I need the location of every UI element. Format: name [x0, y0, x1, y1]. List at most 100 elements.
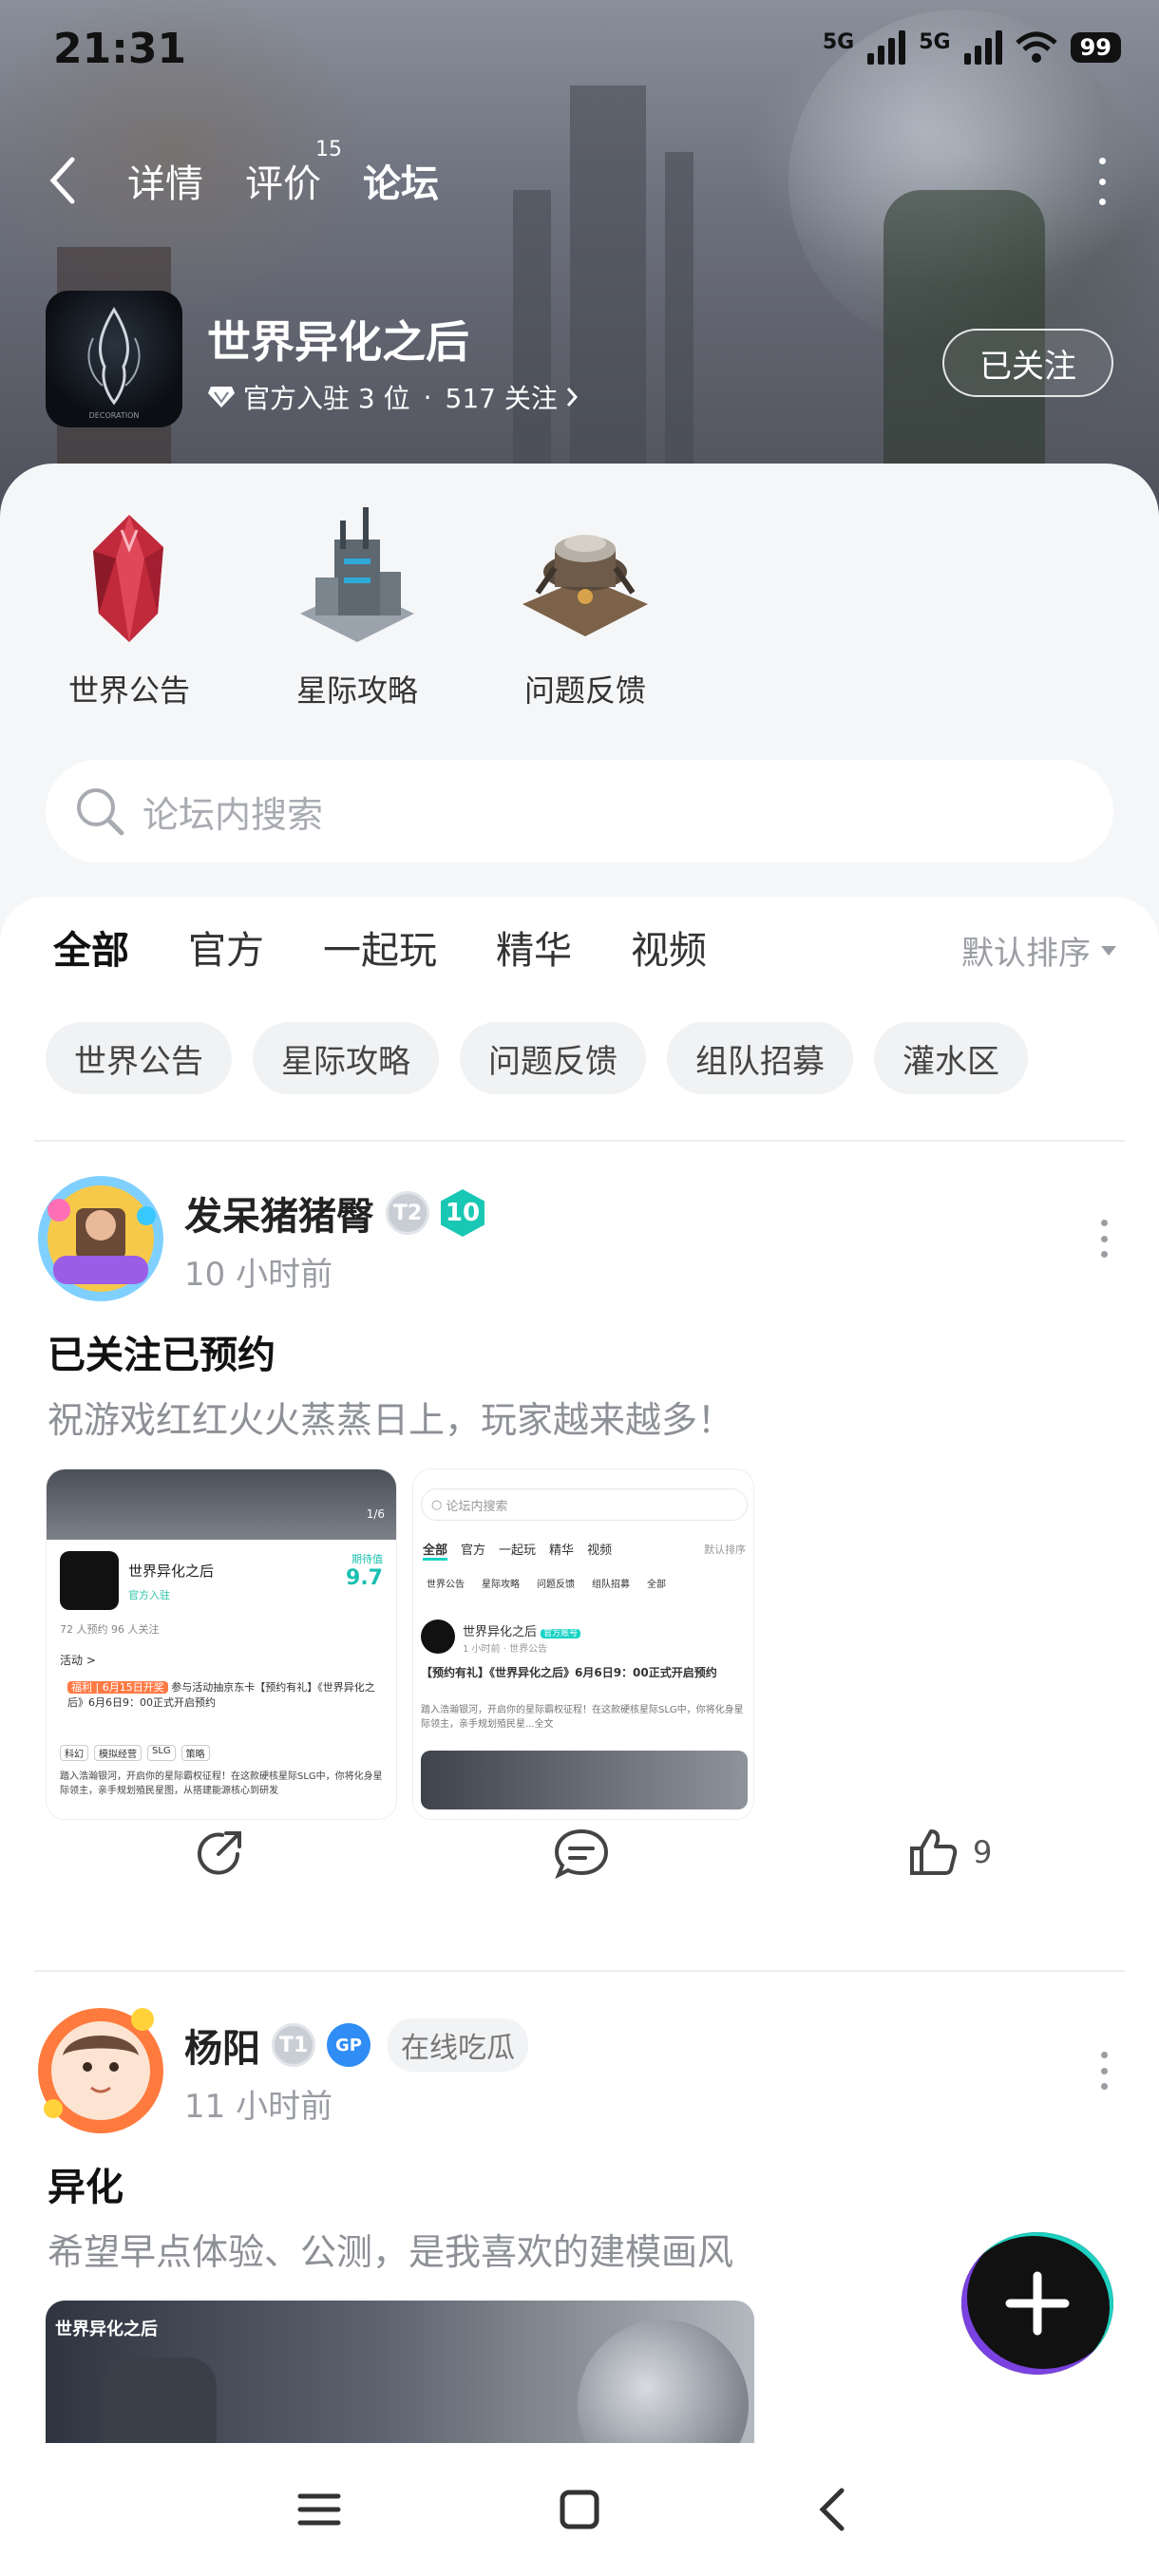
category-row: 世界公告 星际攻略 问题反馈: [34, 502, 680, 710]
divider: [34, 1970, 1125, 1972]
menu-button[interactable]: [291, 2481, 348, 2538]
post-time: 11 小时前: [184, 2088, 333, 2126]
image-banner: 1/6: [47, 1469, 396, 1540]
like-button[interactable]: 9: [906, 1814, 992, 1890]
plus-icon: [1005, 2271, 1070, 2336]
mini-activity: 活动 >: [60, 1654, 96, 1667]
review-count: 15: [315, 138, 342, 161]
filter-tab-all[interactable]: 全部: [53, 919, 129, 980]
mini-desc: 踏入浩瀚银河，开启你的星际霸权征程！在这款硬核星际SLG中，你将化身星际领主，亲…: [421, 1705, 744, 1730]
net-label: 5G: [919, 30, 951, 54]
mini-title: 【预约有礼】《世界异化之后》6月6日9：00正式开启预约: [421, 1666, 717, 1679]
level-badge: 10: [441, 1189, 484, 1237]
post-card[interactable]: 发呆猪猪臀 T2 10 10 小时前 已关注已预约 祝游戏红红火火蒸蒸日上，玩家…: [0, 1172, 1159, 1879]
mini-avatar: [421, 1619, 455, 1654]
comment-icon: [554, 1828, 609, 1879]
tab-reviews[interactable]: 评价 15: [245, 138, 342, 208]
game-header: DECORATION 世界异化之后 官方入驻 3 位 · 517 关注 已关注: [46, 291, 1113, 433]
post-title: 已关注已预约: [48, 1334, 276, 1377]
tab-details[interactable]: 详情: [127, 153, 203, 208]
game-logo-icon: DECORATION: [87, 307, 141, 420]
chevron-left-icon: [819, 2488, 845, 2531]
mini-tabs: 全部 官方 一起玩 精华 视频: [423, 1540, 612, 1561]
diamond-icon: [208, 387, 235, 407]
chevron-right-icon: [566, 388, 578, 407]
follow-button[interactable]: 已关注: [942, 329, 1113, 397]
mini-score: 9.7: [346, 1566, 383, 1590]
mini-image: [421, 1751, 748, 1809]
author-name[interactable]: 发呆猪猪臀 T2 10: [184, 1185, 484, 1241]
post-actions: 9: [0, 1814, 1159, 1890]
game-icon[interactable]: DECORATION: [46, 291, 182, 427]
like-count: 9: [973, 1834, 993, 1870]
clock: 21:31: [53, 25, 187, 73]
home-button[interactable]: [551, 2481, 608, 2538]
mini-game-tag: 官方入驻: [128, 1589, 170, 1601]
category-strategy[interactable]: 星际攻略: [262, 502, 452, 710]
post-image[interactable]: ○ 论坛内搜索 全部 官方 一起玩 精华 视频 默认排序 世界公告 星际攻略 问…: [412, 1468, 754, 1820]
back-button[interactable]: [48, 152, 86, 209]
divider: [34, 1140, 1125, 1142]
post-body: 祝游戏红红火火蒸蒸日上，玩家越来越多！: [48, 1399, 734, 1441]
battery-icon: 99: [1070, 32, 1121, 63]
more-menu-button[interactable]: [1092, 158, 1112, 205]
filter-tab-official[interactable]: 官方: [188, 919, 264, 975]
menu-icon: [297, 2493, 341, 2526]
sort-dropdown[interactable]: 默认排序: [961, 927, 1117, 974]
image-caption: 世界异化之后: [55, 2320, 158, 2339]
mini-score-label: 期待值: [352, 1553, 383, 1565]
post-image[interactable]: 1/6 世界异化之后 官方入驻 期待值 9.7 72 人预约 96 人关注 活动…: [46, 1468, 397, 1820]
mini-search: ○ 论坛内搜索: [421, 1488, 748, 1521]
forum-search[interactable]: 论坛内搜索: [46, 760, 1113, 862]
post-more-button[interactable]: [1098, 2052, 1110, 2090]
filter-tab-video[interactable]: 视频: [631, 919, 707, 975]
followers-count: 517 关注: [445, 383, 558, 414]
post-time: 10 小时前: [184, 1256, 333, 1294]
officials-count: 官方入驻 3 位: [243, 383, 410, 414]
chip-chat[interactable]: 灌水区: [874, 1022, 1028, 1094]
avatar[interactable]: [34, 2004, 167, 2137]
chip-recruit[interactable]: 组队招募: [667, 1022, 853, 1094]
status-bar: 21:31 5G 5G 99: [53, 25, 1121, 82]
share-icon: [198, 1831, 241, 1875]
signal-icon: [963, 30, 1002, 65]
post-title: 异化: [48, 2166, 124, 2209]
gamepad-badge: GP: [327, 2023, 370, 2067]
mini-desc: 踏入浩瀚银河，开启你的星际霸权征程！在这款硬核星际SLG中，你将化身星际领主，亲…: [60, 1771, 383, 1796]
chip-strategy[interactable]: 星际攻略: [253, 1022, 439, 1094]
system-back-button[interactable]: [806, 2481, 863, 2538]
comment-button[interactable]: [553, 1814, 610, 1890]
post-body: 希望早点体验、公测，是我喜欢的建模画风: [48, 2231, 734, 2273]
building-icon: [281, 502, 433, 653]
category-feedback[interactable]: 问题反馈: [490, 502, 680, 710]
author-name[interactable]: 杨阳 T1 GP 在线吃瓜: [184, 2017, 528, 2073]
mini-sort: 默认排序: [704, 1544, 746, 1556]
hero-banner: 21:31 5G 5G 99 详情 评价 15 论坛 DECORATION 世界…: [0, 0, 1159, 532]
mini-stats: 72 人预约 96 人关注: [60, 1623, 160, 1636]
mini-author: 世界异化之后 官方账号: [463, 1621, 581, 1639]
crystal-icon: [53, 502, 205, 653]
sort-label: 默认排序: [961, 935, 1091, 973]
chip-feedback[interactable]: 问题反馈: [460, 1022, 646, 1094]
caret-down-icon: [1101, 945, 1116, 956]
filter-tab-featured[interactable]: 精华: [496, 919, 572, 975]
new-post-button[interactable]: [961, 2232, 1113, 2375]
svg-text:DECORATION: DECORATION: [89, 411, 140, 420]
chevron-left-icon: [49, 157, 75, 204]
avatar[interactable]: [34, 1172, 167, 1305]
game-meta[interactable]: 官方入驻 3 位 · 517 关注: [207, 378, 579, 416]
chip-announcements[interactable]: 世界公告: [46, 1022, 232, 1094]
filter-tab-play-together[interactable]: 一起玩: [323, 919, 437, 975]
share-button[interactable]: [194, 1814, 247, 1890]
tab-forum[interactable]: 论坛: [363, 153, 439, 212]
post-more-button[interactable]: [1098, 1220, 1110, 1258]
system-nav-bar: [0, 2443, 1159, 2576]
category-label: 世界公告: [67, 672, 190, 709]
mini-meta: 1 小时前 · 世界公告: [463, 1644, 548, 1655]
signal-icon: [867, 30, 906, 65]
search-input[interactable]: 论坛内搜索: [142, 786, 323, 838]
filter-tabs: 全部 官方 一起玩 精华 视频: [53, 919, 707, 980]
category-announcements[interactable]: 世界公告: [34, 502, 224, 710]
top-nav: 详情 评价 15 论坛: [48, 138, 1112, 218]
net-label: 5G: [822, 30, 855, 54]
